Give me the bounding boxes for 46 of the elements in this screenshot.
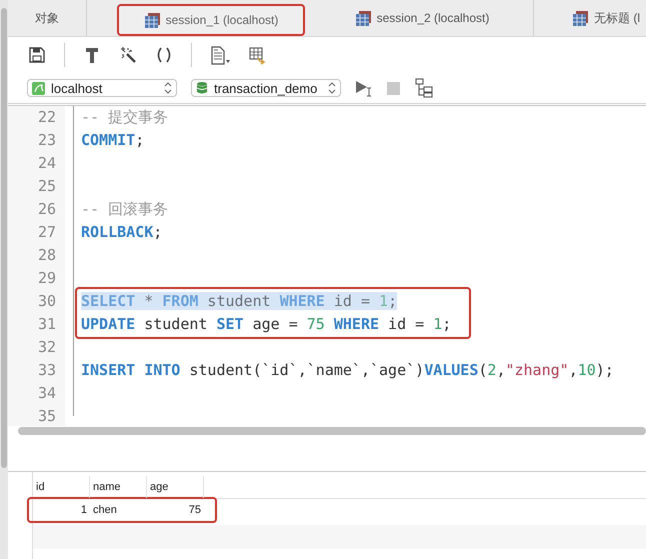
table-cell-text: chen — [92, 504, 118, 516]
line-number: 31 — [36, 314, 56, 335]
line-number: 34 — [36, 383, 56, 404]
run-icon[interactable] — [355, 79, 372, 97]
column-header[interactable]: id — [33, 476, 90, 498]
updown-icon — [328, 82, 336, 94]
line-number: 27 — [36, 222, 56, 243]
table-export-icon[interactable] — [249, 45, 267, 65]
code-line: -- 回滚事务 — [81, 200, 168, 218]
parentheses-icon[interactable] — [155, 46, 173, 64]
line-number: 30 — [36, 291, 56, 312]
hammer-icon[interactable] — [83, 46, 101, 64]
code-line: UPDATE student SET age = 75 WHERE id = 1; — [81, 315, 452, 333]
database-select[interactable]: transaction_demo — [191, 79, 341, 97]
server-select[interactable]: localhost — [27, 79, 177, 97]
table-icon — [572, 10, 588, 26]
server-icon — [32, 82, 45, 94]
table-icon — [144, 12, 160, 28]
document-icon[interactable] — [210, 46, 231, 64]
code-line: ROLLBACK; — [81, 223, 162, 241]
magic-wand-icon[interactable] — [119, 46, 137, 64]
scrollbar[interactable] — [1, 8, 7, 468]
line-number: 29 — [36, 268, 56, 289]
table-icon — [354, 10, 371, 26]
save-icon[interactable] — [28, 46, 46, 64]
line-number: 35 — [36, 406, 56, 426]
tab[interactable]: session_1 (localhost) — [117, 4, 305, 36]
code-line: COMMIT; — [81, 131, 144, 149]
column-header[interactable]: name — [90, 476, 147, 498]
explain-icon[interactable] — [415, 78, 433, 98]
code-line: INSERT INTO student(`id`,`name`,`age`)VALUES(2,"zhang",10); — [81, 361, 614, 379]
line-number: 24 — [36, 153, 56, 174]
line-number: 23 — [36, 130, 56, 151]
line-number: 22 — [36, 107, 56, 128]
scrollbar[interactable] — [18, 427, 646, 435]
table-cell-text: 1 — [80, 504, 88, 516]
line-number: 32 — [36, 337, 56, 358]
line-number: 28 — [36, 245, 56, 266]
line-number: 25 — [36, 176, 56, 197]
updown-icon — [164, 82, 172, 94]
database-icon — [196, 81, 208, 95]
column-header[interactable]: age — [147, 476, 204, 498]
line-number: 33 — [36, 360, 56, 381]
code-line: -- 提交事务 — [81, 108, 168, 126]
line-number: 26 — [36, 199, 56, 220]
table-cell-text: 75 — [188, 504, 202, 516]
